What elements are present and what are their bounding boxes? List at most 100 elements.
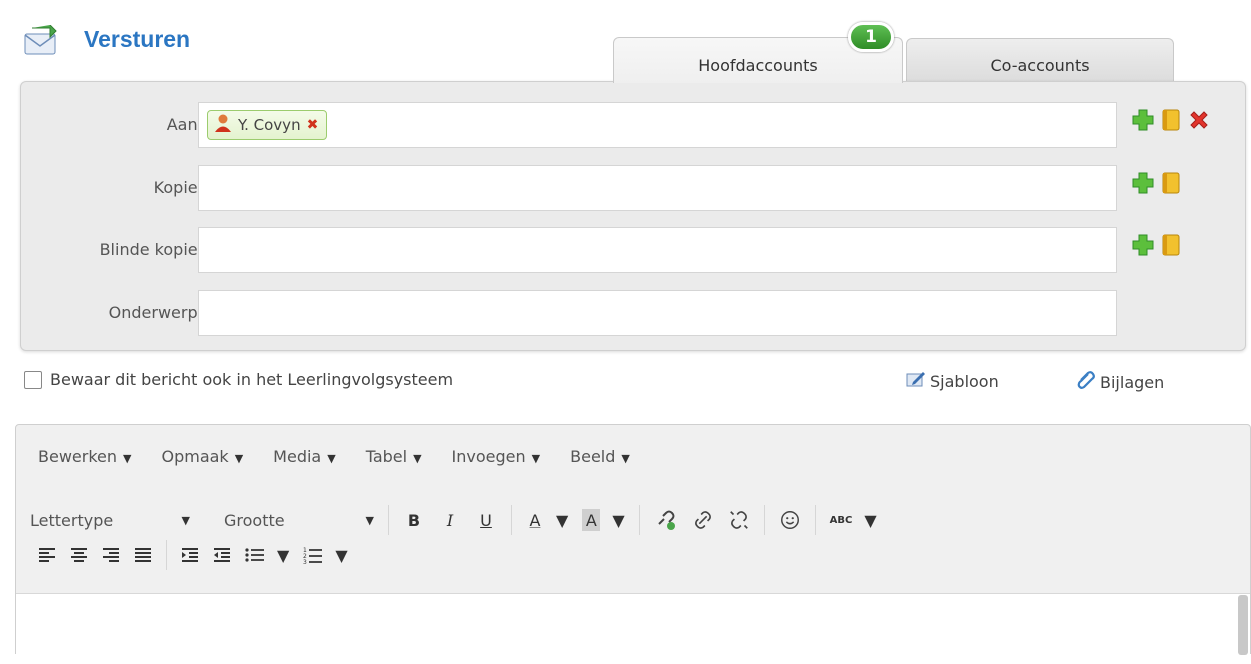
menu-label: Beeld: [570, 446, 616, 466]
chevron-down-icon[interactable]: ▼: [864, 505, 876, 535]
numbered-list-icon[interactable]: 123: [303, 540, 323, 570]
menu-label: Bewerken: [38, 446, 118, 466]
font-family-select[interactable]: Lettertype ▼: [30, 505, 190, 535]
menu-bewerken[interactable]: Bewerken ▼: [38, 447, 131, 466]
align-justify-icon[interactable]: [134, 540, 152, 570]
chevron-down-icon: ▼: [413, 451, 422, 465]
bold-button[interactable]: B: [403, 505, 425, 535]
address-book-icon[interactable]: [1159, 108, 1183, 132]
editor-toolbar-alignment: ▼ 123 ▼: [16, 538, 1250, 572]
divider: [166, 540, 167, 570]
user-icon: [214, 113, 232, 137]
chevron-down-icon: ▼: [181, 513, 190, 527]
chevron-down-icon[interactable]: ▼: [335, 540, 347, 570]
cc-field[interactable]: [198, 165, 1117, 211]
chevron-down-icon: ▼: [365, 513, 374, 527]
editor-menubar: Bewerken ▼ Opmaak ▼ Media ▼ Tabel ▼ Invoegen…: [16, 425, 1250, 487]
recipient-count-badge: 1: [848, 22, 894, 52]
to-actions: [1131, 108, 1211, 132]
divider: [814, 505, 816, 535]
svg-text:3: 3: [303, 559, 307, 564]
save-to-lvs-label: Bewaar dit bericht ook in het Leerlingvo…: [50, 370, 454, 389]
indent-icon[interactable]: [181, 540, 199, 570]
align-right-icon[interactable]: [102, 540, 120, 570]
template-label: Sjabloon: [930, 371, 999, 391]
save-to-lvs-checkbox[interactable]: [24, 370, 42, 389]
editor-toolbar-formatting: Lettertype ▼ Grootte ▼ B I U A ▼ A ▼ ABC ▼: [16, 503, 1250, 537]
chevron-down-icon: ▼: [621, 451, 630, 465]
tab-label: Hoofdaccounts: [698, 56, 818, 75]
chevron-down-icon: ▼: [327, 451, 336, 465]
attachments-link[interactable]: Bijlagen: [1076, 370, 1164, 394]
subject-row: Onderwerp:: [21, 290, 1245, 340]
align-left-icon[interactable]: [38, 540, 56, 570]
editor-scrollbar[interactable]: [1238, 595, 1248, 655]
add-contact-icon[interactable]: [1131, 233, 1155, 257]
chevron-down-icon[interactable]: ▼: [277, 540, 289, 570]
spellcheck-button[interactable]: ABC: [830, 505, 853, 535]
remove-recipient-icon[interactable]: ✖: [307, 117, 319, 133]
text-color-button[interactable]: A: [526, 505, 544, 535]
envelope-send-icon: [22, 24, 60, 59]
editor-content-area[interactable]: [16, 593, 1250, 664]
font-family-value: Lettertype: [30, 510, 114, 530]
menu-opmaak[interactable]: Opmaak ▼: [161, 447, 243, 466]
menu-tabel[interactable]: Tabel ▼: [366, 447, 422, 466]
address-book-icon[interactable]: [1159, 171, 1183, 195]
menu-invoegen[interactable]: Invoegen ▼: [452, 447, 541, 466]
menu-label: Media: [273, 446, 322, 466]
subject-label: Onderwerp:: [108, 303, 203, 322]
underline-button[interactable]: U: [475, 505, 497, 535]
save-to-lvs-option[interactable]: Bewaar dit bericht ook in het Leerlingvo…: [24, 370, 453, 389]
menu-media[interactable]: Media ▼: [273, 447, 336, 466]
menu-label: Invoegen: [451, 446, 526, 466]
menu-label: Tabel: [365, 446, 408, 466]
paperclip-icon: [1076, 370, 1096, 394]
divider: [511, 505, 512, 535]
to-row: Aan: Y. Covyn ✖: [21, 102, 1245, 152]
font-size-value: Grootte: [224, 510, 285, 530]
italic-button[interactable]: I: [439, 505, 461, 535]
tab-co-accounts[interactable]: Co-accounts: [906, 38, 1174, 82]
bullet-list-icon[interactable]: [245, 540, 265, 570]
cc-label: Kopie:: [153, 178, 203, 197]
chevron-down-icon: ▼: [234, 451, 244, 465]
background-color-button[interactable]: A: [582, 509, 601, 531]
page-header: Versturen: [22, 22, 190, 62]
menu-label: Opmaak: [161, 446, 229, 466]
bcc-label: Blinde kopie:: [99, 240, 203, 259]
link-icon[interactable]: [692, 505, 714, 535]
unlink-icon[interactable]: [728, 505, 750, 535]
recipient-name: Y. Covyn: [238, 116, 301, 134]
attachments-label: Bijlagen: [1100, 372, 1165, 392]
insert-link-icon[interactable]: [654, 505, 678, 535]
chevron-down-icon[interactable]: ▼: [612, 505, 624, 535]
add-contact-icon[interactable]: [1131, 171, 1155, 195]
divider: [638, 505, 640, 535]
tab-label: Co-accounts: [990, 56, 1090, 75]
recipient-token[interactable]: Y. Covyn ✖: [207, 110, 328, 140]
cc-actions: [1131, 171, 1183, 195]
divider: [388, 505, 389, 535]
align-center-icon[interactable]: [70, 540, 88, 570]
rich-text-editor: Bewerken ▼ Opmaak ▼ Media ▼ Tabel ▼ Invoegen…: [15, 424, 1251, 664]
address-book-icon[interactable]: [1159, 233, 1183, 257]
chevron-down-icon[interactable]: ▼: [556, 505, 568, 535]
add-contact-icon[interactable]: [1131, 108, 1155, 132]
pencil-note-icon: [906, 370, 926, 392]
divider: [763, 505, 765, 535]
template-link[interactable]: Sjabloon: [906, 370, 999, 392]
menu-beeld[interactable]: Beeld ▼: [570, 447, 630, 466]
chevron-down-icon: ▼: [123, 451, 132, 465]
compose-form: Aan: Y. Covyn ✖ Kopie: Blinde kopie: Ond…: [20, 81, 1246, 351]
emoticon-icon[interactable]: [779, 505, 801, 535]
page-title: Versturen: [84, 25, 191, 52]
chevron-down-icon: ▼: [531, 451, 541, 465]
bcc-row: Blinde kopie:: [21, 227, 1245, 277]
to-field[interactable]: Y. Covyn ✖: [198, 102, 1117, 148]
outdent-icon[interactable]: [213, 540, 231, 570]
font-size-select[interactable]: Grootte ▼: [224, 505, 374, 535]
bcc-field[interactable]: [198, 227, 1117, 273]
clear-icon[interactable]: [1187, 108, 1211, 132]
subject-field[interactable]: [198, 290, 1117, 336]
